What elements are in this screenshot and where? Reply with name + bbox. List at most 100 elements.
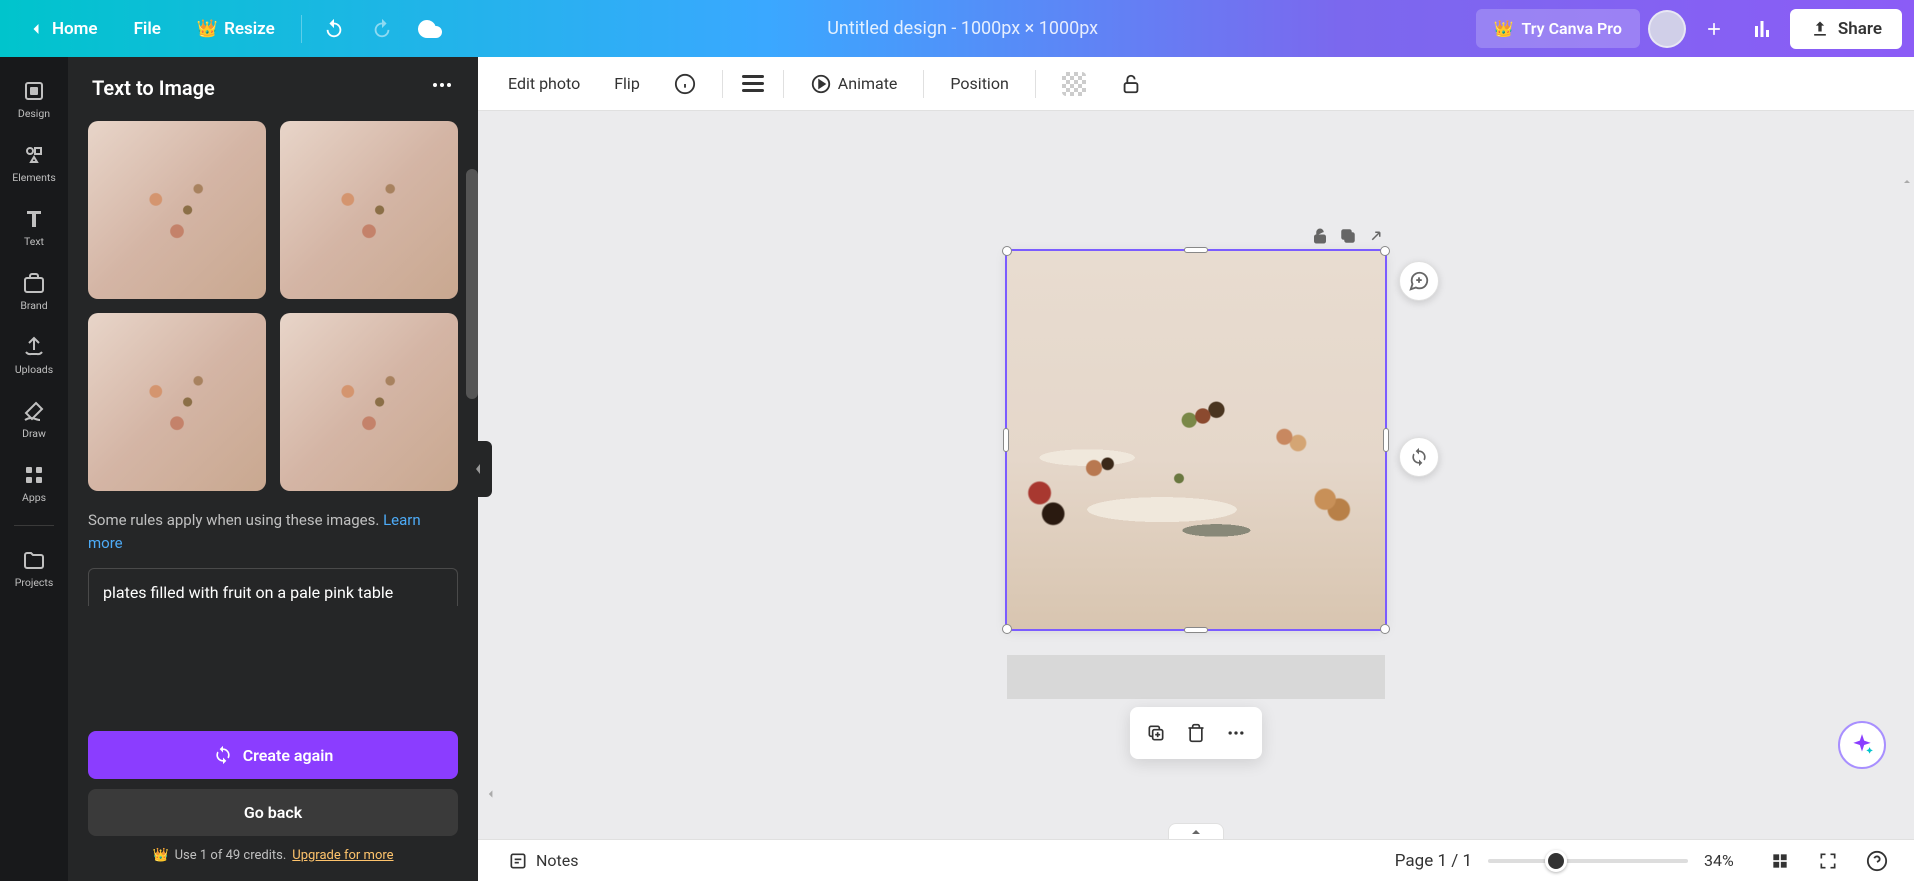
flip-button[interactable]: Flip — [600, 66, 654, 101]
resize-button[interactable]: 👑 Resize — [183, 9, 289, 49]
insights-button[interactable] — [1742, 9, 1782, 49]
sidebar-item-uploads[interactable]: Uploads — [4, 325, 64, 385]
resize-handle-r[interactable] — [1383, 428, 1389, 452]
more-button[interactable] — [1218, 715, 1254, 751]
page-unlock-button[interactable] — [1311, 227, 1329, 249]
fullscreen-button[interactable] — [1812, 845, 1844, 877]
generated-image-3[interactable] — [88, 313, 266, 491]
unlock-icon — [1311, 227, 1329, 245]
apps-icon — [22, 463, 46, 487]
chart-icon — [1750, 17, 1774, 41]
text-icon — [22, 207, 46, 231]
animate-button[interactable]: Animate — [796, 65, 912, 103]
expand-pages-button[interactable] — [1168, 823, 1224, 839]
home-button[interactable]: Home — [12, 9, 112, 49]
list-format-button[interactable] — [735, 66, 771, 102]
sidebar-item-draw[interactable]: Draw — [4, 389, 64, 449]
scroll-left-arrow[interactable] — [484, 785, 496, 795]
design-title[interactable]: Untitled design - 1000px × 1000px — [458, 18, 1468, 39]
prompt-input[interactable] — [88, 568, 458, 606]
delete-button[interactable] — [1178, 715, 1214, 751]
magic-button[interactable] — [1838, 721, 1886, 769]
refresh-icon — [213, 745, 233, 765]
info-button[interactable] — [660, 65, 710, 103]
trash-icon — [1186, 723, 1206, 743]
sidebar-item-label: Uploads — [15, 363, 53, 376]
brand-icon — [22, 271, 46, 295]
panel-title: Text to Image — [92, 76, 215, 100]
sidebar-item-brand[interactable]: Brand — [4, 261, 64, 321]
panel-menu-button[interactable] — [430, 73, 454, 103]
page-indicator: Page 1 / 1 — [1395, 851, 1472, 871]
chevron-up-icon — [1902, 176, 1912, 186]
chevron-left-icon — [484, 788, 496, 800]
share-button[interactable]: Share — [1790, 9, 1902, 49]
chevron-left-icon — [473, 459, 483, 479]
sidebar-item-elements[interactable]: Elements — [4, 133, 64, 193]
generated-image-2[interactable] — [280, 121, 458, 299]
generated-image-4[interactable] — [280, 313, 458, 491]
top-bar: Home File 👑 Resize Untitled design - 100… — [0, 0, 1914, 57]
redo-icon — [371, 18, 393, 40]
sidebar-item-label: Text — [24, 235, 44, 248]
panel-scrollbar[interactable] — [466, 169, 478, 399]
transparency-button[interactable] — [1048, 64, 1100, 104]
resize-handle-tl[interactable] — [1002, 246, 1012, 256]
grid-view-button[interactable] — [1764, 845, 1796, 877]
help-button[interactable] — [1860, 844, 1894, 878]
zoom-value[interactable]: 34% — [1704, 851, 1748, 870]
resize-handle-l[interactable] — [1003, 428, 1009, 452]
undo-button[interactable] — [314, 9, 354, 49]
go-back-button[interactable]: Go back — [88, 789, 458, 836]
lock-button[interactable] — [1106, 65, 1156, 103]
file-button[interactable]: File — [120, 9, 175, 49]
add-member-button[interactable] — [1694, 9, 1734, 49]
cloud-sync-button[interactable] — [410, 9, 450, 49]
duplicate-icon — [1339, 227, 1357, 245]
canvas-page[interactable] — [1007, 251, 1385, 629]
avatar[interactable] — [1648, 10, 1686, 48]
add-comment-button[interactable] — [1399, 261, 1439, 301]
sidebar-item-apps[interactable]: Apps — [4, 453, 64, 513]
zoom-slider[interactable] — [1488, 859, 1688, 863]
resize-handle-br[interactable] — [1380, 624, 1390, 634]
fullscreen-icon — [1818, 851, 1838, 871]
credits-text: 👑 Use 1 of 49 credits. Upgrade for more — [88, 848, 458, 863]
divider — [1035, 70, 1036, 98]
edit-photo-button[interactable]: Edit photo — [494, 66, 594, 101]
try-canva-pro-button[interactable]: 👑 Try Canva Pro — [1476, 9, 1640, 48]
next-page-placeholder[interactable] — [1007, 655, 1385, 699]
plus-icon — [1704, 19, 1724, 39]
panel-collapse-button[interactable] — [464, 441, 492, 497]
redo-button[interactable] — [362, 9, 402, 49]
page-duplicate-button[interactable] — [1339, 227, 1357, 249]
sidebar-item-projects[interactable]: Projects — [4, 538, 64, 598]
cloud-check-icon — [418, 17, 442, 41]
design-icon — [22, 79, 46, 103]
undo-icon — [323, 18, 345, 40]
sidebar-item-label: Elements — [12, 171, 56, 184]
more-horizontal-icon — [430, 73, 454, 97]
duplicate-button[interactable] — [1138, 715, 1174, 751]
divider — [783, 70, 784, 98]
sidebar-item-text[interactable]: Text — [4, 197, 64, 257]
generated-image-1[interactable] — [88, 121, 266, 299]
scroll-up-arrow[interactable] — [1902, 171, 1912, 183]
upgrade-link[interactable]: Upgrade for more — [292, 848, 393, 863]
resize-handle-t[interactable] — [1184, 247, 1208, 253]
grid-icon — [1770, 851, 1790, 871]
sparkle-icon — [1849, 732, 1875, 758]
elements-icon — [22, 143, 46, 167]
sidebar-item-design[interactable]: Design — [4, 69, 64, 129]
resize-handle-b[interactable] — [1184, 627, 1208, 633]
canvas-viewport[interactable] — [478, 111, 1914, 839]
create-again-button[interactable]: Create again — [88, 731, 458, 779]
regenerate-button[interactable] — [1399, 437, 1439, 477]
chevron-left-icon — [26, 19, 46, 39]
resize-handle-tr[interactable] — [1380, 246, 1390, 256]
element-popup — [1130, 707, 1262, 759]
sidebar-nav: Design Elements Text Brand Uploads Draw … — [0, 57, 68, 881]
notes-button[interactable]: Notes — [498, 845, 589, 877]
resize-handle-bl[interactable] — [1002, 624, 1012, 634]
position-button[interactable]: Position — [936, 66, 1022, 101]
